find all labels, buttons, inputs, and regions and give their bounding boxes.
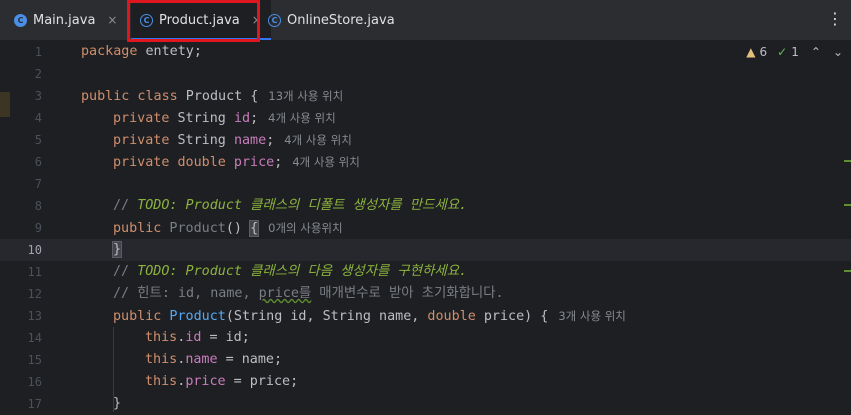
close-icon[interactable]: ×	[107, 13, 117, 27]
code-line-3[interactable]: public class Product {13개 사용 위치	[81, 85, 343, 108]
line-number: 10	[27, 243, 42, 257]
code-line-9[interactable]: public Product() {0개의 사용위치	[113, 217, 343, 240]
line-number: 7	[34, 177, 42, 191]
more-options-icon[interactable]: ⋮	[827, 9, 843, 28]
code-line-11[interactable]: // TODO: Product 클래스의 다음 생성자를 구현하세요.	[113, 261, 467, 283]
line-number: 2	[34, 67, 42, 81]
line-number: 5	[34, 133, 42, 147]
usages-hint: 4개 사용 위치	[268, 111, 336, 125]
line-number: 13	[27, 309, 42, 323]
close-icon[interactable]: ×	[252, 13, 262, 27]
code-editor[interactable]: ▲ 6 ✓ 1 ⌃ ⌄ 1 package entety; 2 3 public…	[0, 41, 851, 412]
line-number: 9	[34, 221, 42, 235]
usages-hint: 13개 사용 위치	[268, 89, 344, 103]
tab-onlinestore-java[interactable]: C OnlineStore.java	[268, 0, 395, 40]
usages-hint: 4개 사용 위치	[284, 133, 352, 147]
current-line: 10 }	[0, 239, 851, 261]
line-number: 3	[34, 89, 42, 103]
class-icon: C	[268, 13, 281, 27]
line-number: 11	[27, 265, 42, 279]
code-line-15[interactable]: this.name = name;	[145, 349, 282, 371]
line-number: 14	[27, 331, 42, 345]
code-line-4[interactable]: private String id; 4개 사용 위치	[113, 107, 336, 130]
line-number: 1	[34, 45, 42, 59]
code-line-5[interactable]: private String name; 4개 사용 위치	[113, 129, 352, 152]
code-line-1[interactable]: package entety;	[81, 41, 202, 63]
editor-tab-bar: C Main.java × C Product.java × C OnlineS…	[0, 0, 851, 42]
line-number: 4	[34, 111, 42, 125]
run-class-icon: C	[14, 13, 27, 27]
line-number: 16	[27, 375, 42, 389]
usages-hint: 0개의 사용위치	[268, 221, 343, 235]
code-line-10[interactable]: }	[111, 239, 123, 261]
code-line-16[interactable]: this.price = price;	[145, 371, 298, 393]
tab-main-java[interactable]: C Main.java ×	[14, 0, 117, 40]
code-line-12[interactable]: // 힌트: id, name, price를 매개변수로 받아 초기화합니다.	[113, 283, 504, 305]
tab-product-java[interactable]: C Product.java ×	[131, 0, 271, 40]
line-number: 12	[27, 287, 42, 301]
tab-label: OnlineStore.java	[287, 12, 395, 28]
code-line-6[interactable]: private double price; 4개 사용 위치	[113, 151, 360, 174]
tab-label: Product.java	[159, 12, 240, 28]
tab-label: Main.java	[33, 12, 96, 28]
code-line-8[interactable]: // TODO: Product 클래스의 디폴트 생성자를 만드세요.	[113, 195, 467, 217]
line-number: 15	[27, 353, 42, 367]
code-line-14[interactable]: this.id = id;	[145, 327, 250, 349]
code-line-13[interactable]: public Product(String id, String name, d…	[113, 305, 626, 328]
class-icon: C	[140, 13, 153, 27]
usages-hint: 3개 사용 위치	[558, 309, 626, 323]
line-number: 8	[34, 199, 42, 213]
usages-hint: 4개 사용 위치	[292, 155, 360, 169]
line-number: 6	[34, 155, 42, 169]
